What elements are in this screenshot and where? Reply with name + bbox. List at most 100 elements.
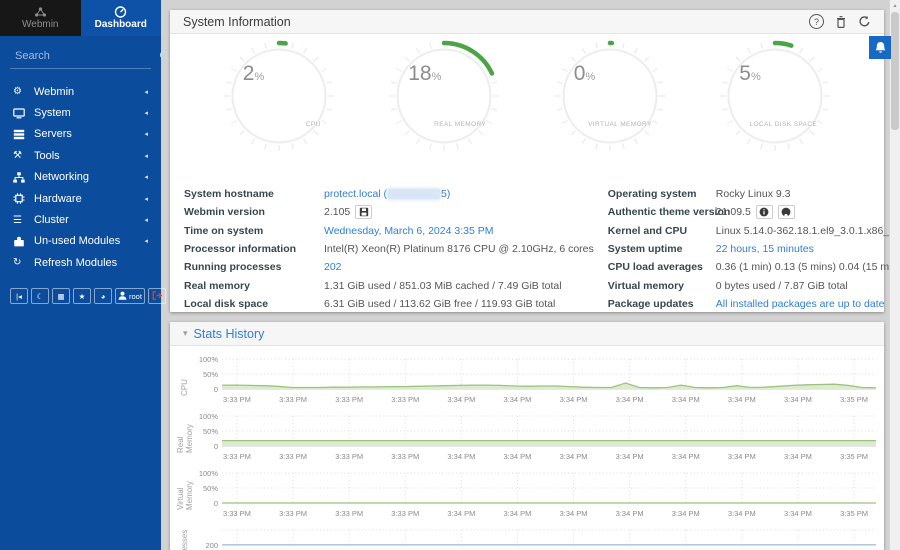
chart-plot: 3:33 PM3:33 PM3:33 PM3:33 PM3:34 PM3:34 … — [222, 415, 876, 472]
puzzle-icon — [13, 236, 34, 247]
chart-xtick: 3:34 PM — [503, 395, 531, 404]
info-label: System uptime — [608, 243, 716, 255]
info-row: Local disk space6.31 GiB used / 113.62 G… — [184, 295, 594, 313]
help-icon[interactable]: ? — [809, 14, 824, 29]
sidebar-item-networking[interactable]: Networking◂ — [0, 167, 161, 188]
chart-ytick: 100% — [199, 469, 218, 478]
sidebar-tabs: Webmin Dashboard — [0, 0, 161, 36]
chart-xtick: 3:33 PM — [223, 509, 251, 518]
chart-ytick: 50% — [203, 370, 218, 379]
chart-xtick: 3:34 PM — [447, 395, 475, 404]
chevron-left-icon: ◂ — [144, 237, 148, 245]
scrollbar-up-arrow-icon[interactable]: ▲ — [890, 0, 900, 9]
chart-ytick: 100% — [199, 355, 218, 364]
sidebar-item-cluster[interactable]: ☰Cluster◂ — [0, 209, 161, 230]
info-value: Intel(R) Xeon(R) Platinum 8176 CPU @ 2.1… — [324, 243, 594, 255]
chart-xtick: 3:34 PM — [560, 395, 588, 404]
info-icon[interactable] — [756, 205, 773, 219]
info-value[interactable]: protect.local (5) — [324, 188, 450, 200]
chart-xtick: 3:33 PM — [223, 452, 251, 461]
github-icon[interactable] — [778, 205, 795, 219]
info-label: Processor information — [184, 243, 324, 255]
server-icon — [13, 129, 34, 140]
tab-dashboard-label: Dashboard — [95, 19, 147, 30]
chart-xtick: 3:33 PM — [279, 509, 307, 518]
chevron-left-icon: ◂ — [144, 173, 148, 181]
sidebar-item-refresh-modules[interactable]: ↻Refresh Modules — [0, 252, 161, 273]
sidebar-item-un-used-modules[interactable]: Un-used Modules◂ — [0, 231, 161, 252]
search-input[interactable] — [13, 49, 159, 63]
usage-stats-button[interactable]: ◕ — [94, 288, 112, 304]
background-button[interactable]: ▦ — [52, 288, 70, 304]
sidebar-item-label: Webmin — [34, 86, 74, 98]
stats-charts: CPU 100% 50% 0 3:33 PM 3:33 PM 3:33 PM 3:33 PM 3… — [170, 346, 884, 550]
gauge-label: CPU — [306, 121, 321, 128]
user-button[interactable]: root — [115, 288, 145, 304]
sidebar-item-label: Hardware — [34, 193, 82, 205]
tab-webmin[interactable]: Webmin — [0, 0, 81, 36]
package-icon[interactable] — [355, 205, 372, 219]
main-content: System Information ? 2% CPU 18% REAL MEM… — [161, 0, 900, 550]
chevron-left-icon: ◂ — [144, 88, 148, 96]
gauges-row: 2% CPU 18% REAL MEMORY 0% VIRTUAL MEMORY… — [170, 34, 884, 176]
info-row: Running processes202 — [184, 258, 594, 276]
info-row: Authentic theme version21.09.5 — [608, 203, 900, 221]
sidebar-item-label: System — [34, 107, 71, 119]
chart-xtick: 3:34 PM — [560, 452, 588, 461]
tab-dashboard[interactable]: Dashboard — [81, 0, 162, 36]
sidebar-item-tools[interactable]: ⚒Tools◂ — [0, 145, 161, 166]
trash-icon[interactable] — [835, 15, 847, 29]
chart-xtick: 3:33 PM — [335, 395, 363, 404]
chart-axis-label: Real Memory — [176, 415, 194, 453]
sidebar-item-webmin[interactable]: ⚙Webmin ◂ — [0, 81, 161, 102]
info-value[interactable]: Wednesday, March 6, 2024 3:35 PM — [324, 225, 493, 237]
chart-ytick: 200 — [205, 541, 218, 550]
info-label: Operating system — [608, 188, 716, 200]
info-label: Local disk space — [184, 298, 324, 310]
monitor-icon — [13, 108, 34, 119]
info-value[interactable]: 22 hours, 15 minutes — [716, 243, 814, 255]
sidebar-item-system[interactable]: System◂ — [0, 102, 161, 123]
info-row: Operating systemRocky Linux 9.3 — [608, 185, 900, 203]
chart-xtick: 3:35 PM — [840, 452, 868, 461]
chart-axis-label: CPU — [180, 358, 189, 396]
chart-yticks: 200 — [193, 529, 222, 550]
stats-history-panel: ▾ Stats History CPU 100% 50% 0 3:33 PM 3:33 P… — [170, 322, 884, 550]
refresh-icon[interactable] — [858, 15, 871, 28]
tab-webmin-label: Webmin — [22, 19, 59, 30]
info-label: Webmin version — [184, 206, 324, 218]
info-value: Rocky Linux 9.3 — [716, 188, 791, 200]
chart-xtick: 3:33 PM — [279, 395, 307, 404]
gear-icon: ⚙ — [13, 86, 34, 97]
collapse-caret-icon[interactable]: ▾ — [183, 328, 188, 339]
notifications-bell-icon[interactable] — [869, 36, 891, 59]
favorites-button[interactable]: ★ — [73, 288, 91, 304]
chart-xtick: 3:34 PM — [784, 395, 812, 404]
info-label: Authentic theme version — [608, 206, 716, 218]
chart-plot — [222, 529, 876, 550]
user-name-label: root — [129, 292, 142, 301]
info-value[interactable]: 202 — [324, 261, 342, 273]
sidebar-item-servers[interactable]: Servers◂ — [0, 124, 161, 145]
chevron-left-icon: ◂ — [144, 216, 148, 224]
sidebar-item-label: Tools — [34, 150, 60, 162]
system-info-right-column: Operating systemRocky Linux 9.3Authentic… — [608, 185, 900, 313]
webmin-logo-icon — [34, 6, 47, 18]
star-icon: ★ — [79, 292, 86, 301]
stats-history-title[interactable]: Stats History — [194, 327, 265, 341]
scrollbar[interactable]: ▲ — [889, 0, 900, 550]
chart-ytick: 50% — [203, 484, 218, 493]
chart-ytick: 0 — [214, 442, 218, 451]
info-value[interactable]: All installed packages are up to date — [716, 298, 885, 310]
night-mode-button[interactable]: ☾ — [31, 288, 49, 304]
scrollbar-thumb[interactable] — [891, 12, 899, 130]
info-value: 2.105 — [324, 205, 372, 219]
collapse-sidebar-button[interactable]: |◂ — [10, 288, 28, 304]
system-info-table: System hostnameprotect.local (5)Webmin v… — [170, 176, 884, 313]
sidebar-item-hardware[interactable]: Hardware◂ — [0, 188, 161, 209]
chart-xtick: 3:34 PM — [503, 452, 531, 461]
sidebar-item-label: Servers — [34, 128, 72, 140]
chart-xtick: 3:34 PM — [616, 395, 644, 404]
chart-xtick: 3:34 PM — [784, 509, 812, 518]
gauge-local-disk-space: 5% LOCAL DISK SPACE — [717, 38, 833, 154]
